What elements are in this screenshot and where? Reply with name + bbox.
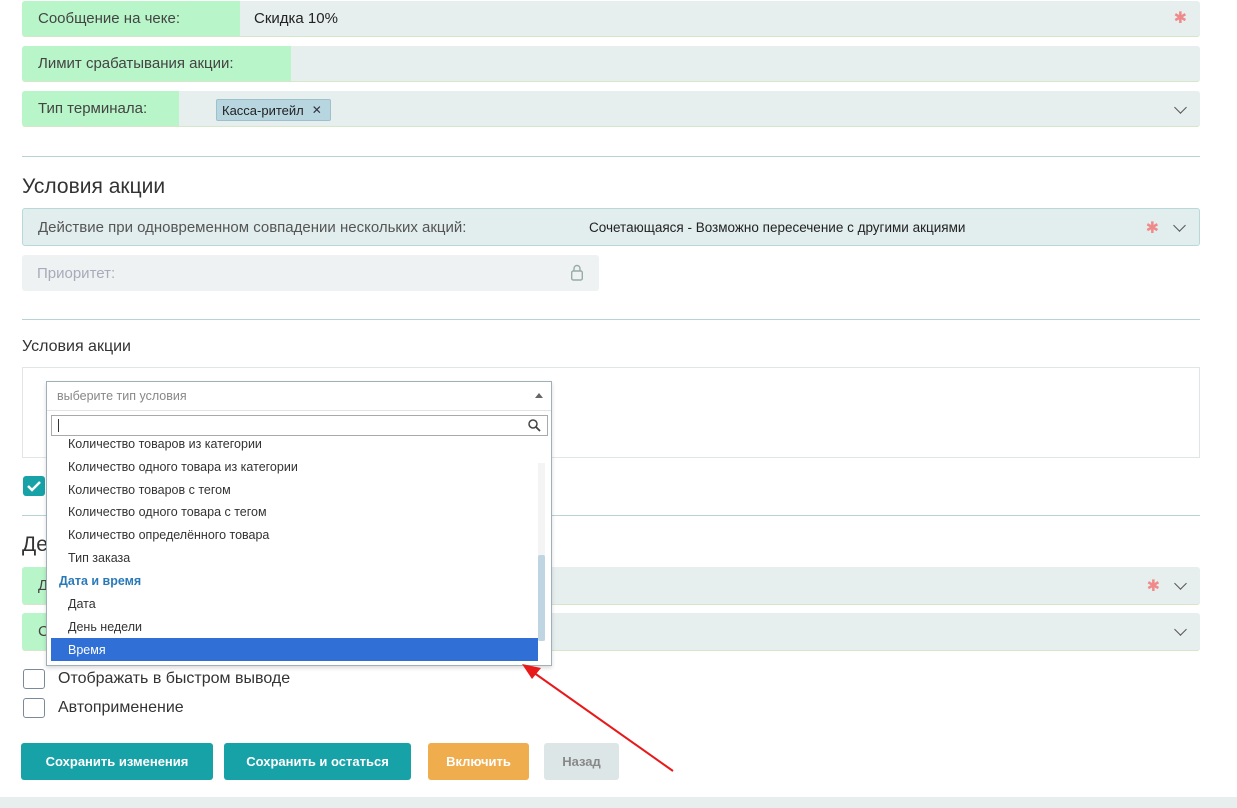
overlap-action-value[interactable]: Сочетающаяся - Возможно пересечение с др… bbox=[589, 209, 965, 245]
overlap-action-field[interactable]: Действие при одновременном совпадении не… bbox=[22, 208, 1200, 246]
terminal-type-field[interactable]: Тип терминала: Касса-ритейл ✕ bbox=[22, 91, 1200, 127]
dropdown-search-input[interactable] bbox=[51, 415, 548, 436]
dropdown-option[interactable]: Количество определённого товара bbox=[51, 523, 538, 546]
receipt-message-label: Сообщение на чеке: bbox=[22, 1, 240, 36]
overlap-action-label: Действие при одновременном совпадении не… bbox=[38, 218, 467, 236]
section-title-conditions: Условия акции bbox=[22, 175, 166, 198]
trigger-limit-label: Лимит срабатывания акции: bbox=[22, 46, 291, 81]
footer-strip bbox=[0, 797, 1237, 808]
dropdown-option[interactable]: Количество товаров с тегом bbox=[51, 478, 538, 501]
receipt-message-value[interactable]: Скидка 10% bbox=[254, 1, 338, 36]
divider bbox=[22, 156, 1200, 157]
dropdown-option[interactable]: Количество одного товара с тегом bbox=[51, 500, 538, 523]
condition-type-select[interactable]: выберите тип условия bbox=[47, 382, 551, 411]
dropdown-option[interactable]: Тип заказа bbox=[51, 546, 538, 569]
hidden-checkbox-checked[interactable] bbox=[23, 476, 45, 496]
quick-display-label: Отображать в быстром выводе bbox=[58, 670, 291, 687]
remove-tag-icon[interactable]: ✕ bbox=[312, 103, 322, 117]
required-asterisk-icon: ✱ bbox=[1145, 220, 1159, 237]
priority-label: Приоритет: bbox=[37, 264, 116, 282]
condition-type-dropdown[interactable]: выберите тип условия Количество товаров … bbox=[46, 381, 552, 666]
dropdown-option[interactable]: Количество одного товара из категории bbox=[51, 455, 538, 478]
receipt-message-field[interactable]: Сообщение на чеке: Скидка 10% ✱ bbox=[22, 1, 1200, 37]
enable-button[interactable]: Включить bbox=[428, 743, 529, 780]
required-asterisk-icon: ✱ bbox=[1146, 578, 1160, 595]
dropdown-scrollbar-thumb[interactable] bbox=[538, 555, 545, 641]
text-cursor bbox=[58, 419, 59, 432]
terminal-type-tag: Касса-ритейл ✕ bbox=[216, 99, 331, 121]
save-changes-button[interactable]: Сохранить изменения bbox=[21, 743, 213, 780]
dropdown-option[interactable]: День недели bbox=[51, 615, 538, 638]
dropdown-option-selected[interactable]: Время bbox=[51, 638, 538, 661]
chevron-down-icon[interactable] bbox=[1174, 101, 1187, 114]
chevron-down-icon[interactable] bbox=[1173, 219, 1186, 232]
dropdown-group-label: Дата и время bbox=[59, 573, 142, 588]
priority-field: Приоритет: bbox=[22, 255, 599, 291]
back-button[interactable]: Назад bbox=[544, 743, 619, 780]
caret-up-icon bbox=[535, 393, 543, 398]
dropdown-option[interactable]: Дата bbox=[51, 592, 538, 615]
trigger-limit-field[interactable]: Лимит срабатывания акции: bbox=[22, 46, 1200, 82]
terminal-type-label: Тип терминала: bbox=[22, 91, 179, 126]
terminal-type-tag-label: Касса-ритейл bbox=[222, 102, 304, 118]
chevron-down-icon[interactable] bbox=[1174, 577, 1187, 590]
section-title-partial: Де bbox=[22, 533, 48, 556]
dropdown-option[interactable]: Количество товаров из категории bbox=[51, 438, 538, 455]
quick-display-checkbox[interactable] bbox=[23, 669, 45, 689]
auto-apply-label: Автоприменение bbox=[58, 699, 184, 716]
save-and-stay-button[interactable]: Сохранить и остаться bbox=[224, 743, 411, 780]
conditions-label: Условия акции bbox=[22, 338, 131, 355]
lock-icon bbox=[570, 264, 584, 281]
required-asterisk-icon: ✱ bbox=[1173, 10, 1187, 27]
dropdown-results[interactable]: Количество товаров из категории Количест… bbox=[47, 438, 551, 665]
search-icon bbox=[528, 419, 541, 437]
auto-apply-checkbox[interactable] bbox=[23, 698, 45, 718]
check-icon bbox=[27, 481, 41, 492]
dropdown-scrollbar-track[interactable] bbox=[538, 463, 545, 641]
chevron-down-icon[interactable] bbox=[1174, 623, 1187, 636]
divider bbox=[22, 319, 1200, 320]
condition-type-placeholder: выберите тип условия bbox=[57, 389, 187, 403]
